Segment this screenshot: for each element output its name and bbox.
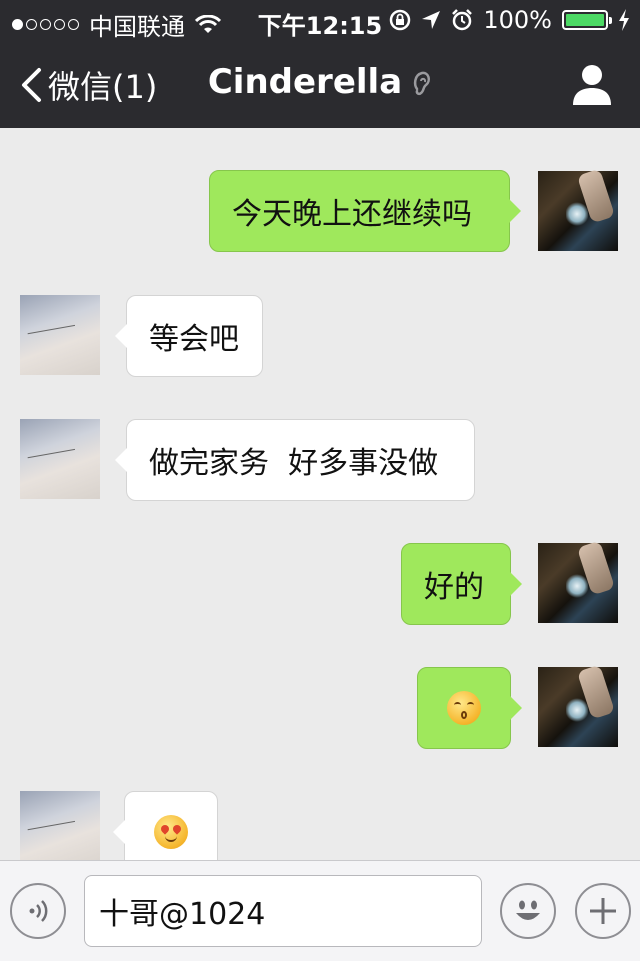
contact-person-icon[interactable]	[572, 62, 612, 106]
contact-avatar[interactable]	[20, 295, 100, 375]
message-text: 做完家务 好多事没做	[149, 446, 439, 481]
location-icon	[422, 11, 441, 29]
incoming-emoji-bubble[interactable]	[113, 791, 218, 860]
battery-percent: 100%	[483, 6, 552, 34]
chat-list[interactable]: 今天晚上还继续吗 等会吧 做完家务 好多事没做 好的	[0, 128, 640, 860]
status-right-group: 100%	[389, 6, 630, 34]
message-text: 今天晚上还继续吗	[232, 197, 472, 232]
charging-icon	[619, 9, 629, 31]
emoji-button[interactable]	[500, 883, 556, 939]
incoming-message-bubble[interactable]: 做完家务 好多事没做	[115, 419, 475, 501]
message-input[interactable]: 十哥@1024	[84, 875, 482, 947]
kissing-face-emoji	[447, 691, 481, 725]
outgoing-message-bubble[interactable]: 好的	[401, 543, 522, 625]
status-bar: 中国联通 下午12:15 100%	[0, 0, 640, 41]
outgoing-emoji-bubble[interactable]	[417, 667, 522, 749]
my-avatar[interactable]	[538, 543, 618, 623]
my-avatar[interactable]	[538, 667, 618, 747]
chat-title: Cinderella	[0, 62, 640, 102]
navigation-bar: 微信(1) Cinderella	[0, 40, 640, 128]
contact-avatar[interactable]	[20, 791, 100, 860]
my-avatar[interactable]	[538, 171, 618, 251]
emoji-smile-icon	[516, 900, 540, 920]
input-bar: 十哥@1024	[0, 860, 640, 961]
alarm-icon	[452, 9, 473, 31]
outgoing-message-bubble[interactable]: 今天晚上还继续吗	[209, 170, 521, 252]
plus-button[interactable]	[575, 883, 631, 939]
message-text: 好的	[424, 570, 484, 605]
incoming-message-bubble[interactable]: 等会吧	[115, 295, 263, 377]
contact-name: Cinderella	[207, 62, 403, 102]
message-text: 等会吧	[149, 322, 239, 357]
rotation-lock-icon	[390, 9, 411, 31]
ear-icon	[414, 71, 431, 96]
plus-icon	[590, 898, 616, 924]
heart-eyes-emoji	[154, 815, 188, 849]
voice-button[interactable]	[10, 883, 66, 939]
battery-icon	[562, 10, 612, 30]
contact-avatar[interactable]	[20, 419, 100, 499]
voice-icon	[29, 900, 48, 922]
